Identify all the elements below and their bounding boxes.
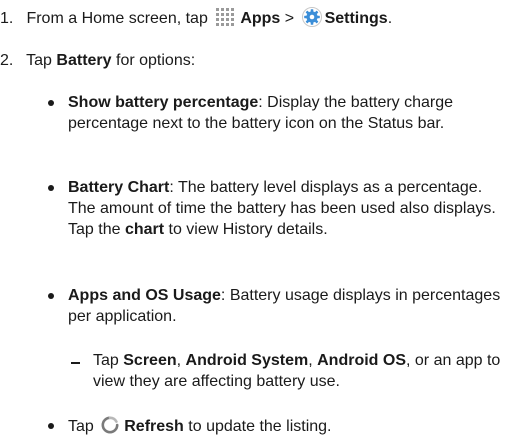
menu-separator: > — [284, 10, 295, 27]
bullet-dot — [48, 185, 54, 191]
comma: , — [308, 352, 313, 369]
step-number: 2. — [0, 52, 14, 69]
step-text: From a Home screen, tap — [26, 10, 208, 27]
step-2: 2. Tap Battery for options: — [0, 50, 195, 71]
apps-label: Apps — [240, 10, 281, 27]
sub-prefix: Tap — [93, 352, 119, 369]
step-1: 1. From a Home screen, tap Apps > Settin… — [0, 7, 392, 29]
bullet-title: Apps and OS Usage — [68, 287, 221, 304]
bullet-text: Tap Refresh to update the listing. — [68, 415, 508, 437]
bullet-refresh: Tap Refresh to update the listing. — [48, 415, 508, 437]
settings-gear-icon — [301, 7, 322, 27]
refresh-label: Refresh — [124, 418, 184, 435]
instructions-document: 1. From a Home screen, tap Apps > Settin… — [0, 0, 517, 439]
bullet-dot — [48, 293, 54, 299]
bullet-text: Battery Chart: The battery level display… — [68, 177, 508, 240]
bullet-body-end: to view History details. — [168, 221, 328, 238]
sub-item-text: Tap Screen, Android System, Android OS, … — [93, 350, 511, 392]
step-text-suffix: for options: — [116, 52, 196, 69]
refresh-icon — [100, 415, 120, 435]
step-end: . — [387, 10, 393, 27]
bullet-title: Battery Chart — [68, 179, 170, 196]
bullet-apps-and-os-usage: Apps and OS Usage: Battery usage display… — [48, 285, 508, 327]
android-system-label: Android System — [185, 352, 309, 369]
bullet-dot — [48, 423, 54, 429]
bullet-title: Show battery percentage — [68, 94, 259, 111]
chart-word: chart — [124, 221, 165, 238]
battery-label: Battery — [56, 52, 112, 69]
apps-grid-icon — [215, 7, 237, 27]
comma: , — [176, 352, 182, 369]
bullet-text: Show battery percentage: Display the bat… — [68, 92, 508, 134]
bullet-suffix: to update the listing. — [188, 418, 332, 435]
step-number: 1. — [0, 10, 14, 27]
sub-item-dash — [71, 362, 80, 364]
step-text: Tap — [26, 52, 52, 69]
bullet-show-battery-percentage: Show battery percentage: Display the bat… — [48, 92, 508, 134]
settings-label: Settings — [324, 10, 388, 27]
bullet-battery-chart: Battery Chart: The battery level display… — [48, 177, 508, 240]
sub-item-tap-screen: Tap Screen, Android System, Android OS, … — [71, 350, 511, 392]
screen-label: Screen — [123, 352, 177, 369]
bullet-dot — [48, 100, 54, 106]
bullet-text: Apps and OS Usage: Battery usage display… — [68, 285, 508, 327]
android-os-label: Android OS — [317, 352, 407, 369]
bullet-prefix: Tap — [68, 418, 94, 435]
